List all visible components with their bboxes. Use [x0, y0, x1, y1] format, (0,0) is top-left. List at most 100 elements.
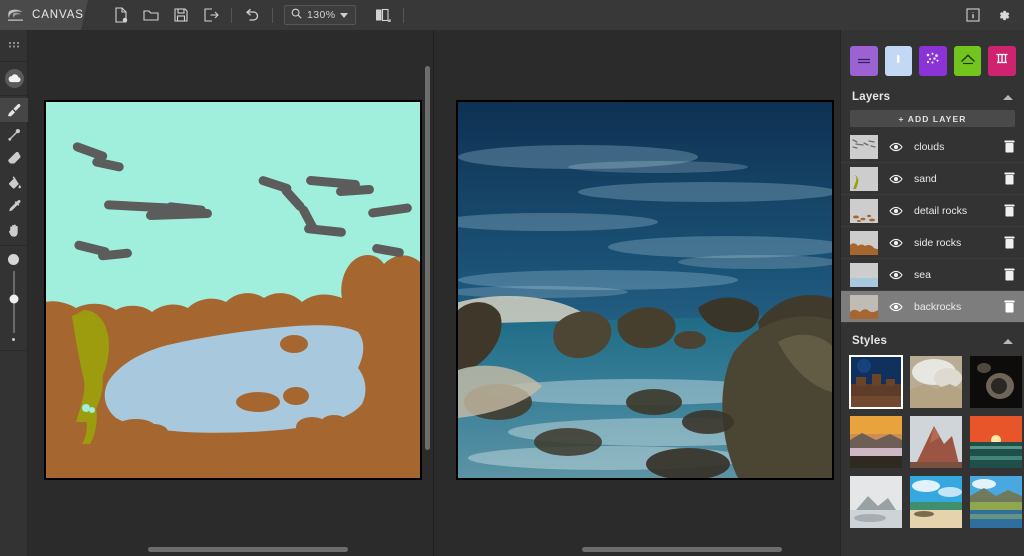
- toolbar-divider: [231, 7, 232, 23]
- canvas-horizontal-scrollbar[interactable]: [148, 547, 348, 552]
- undo-button[interactable]: [237, 0, 267, 30]
- drawing-tools-section: [0, 96, 28, 246]
- chevron-down-icon[interactable]: [340, 12, 349, 18]
- large-dot-icon: [8, 254, 19, 265]
- layer-name: detail rocks: [914, 204, 968, 217]
- render-canvas[interactable]: [456, 100, 834, 480]
- sketch-pane[interactable]: [28, 30, 434, 556]
- style-tropical-beach[interactable]: [910, 476, 962, 528]
- fill-tool[interactable]: [0, 170, 28, 194]
- file-actions-group: [106, 0, 278, 30]
- layer-name: sea: [914, 268, 931, 281]
- sky-icon: [893, 52, 903, 70]
- waves-icon: [857, 52, 871, 70]
- grid-toggle-button[interactable]: [0, 34, 28, 58]
- style-desert-night[interactable]: [849, 355, 903, 409]
- layer-row-side-rocks[interactable]: side rocks: [841, 227, 1024, 259]
- eraser-tool[interactable]: [0, 146, 28, 170]
- nvidia-canvas-window: CANVAS 130% Layers + ADD LAYER clouds sa…: [0, 0, 1024, 556]
- toolbar-divider-3: [403, 7, 405, 23]
- material-swatch-row: [841, 30, 1024, 88]
- canvas-horizontal-scrollbar-2[interactable]: [582, 547, 782, 552]
- segmentation-canvas[interactable]: [44, 100, 422, 480]
- layer-thumbnail: [850, 198, 878, 223]
- material-mountain[interactable]: [953, 46, 982, 76]
- pan-tool[interactable]: [0, 218, 28, 242]
- eye-visible-icon[interactable]: [886, 206, 906, 216]
- info-button[interactable]: [958, 0, 988, 30]
- toolbar-right-group: [958, 0, 1024, 30]
- eyedropper-tool[interactable]: [0, 194, 28, 218]
- material-section: [0, 62, 27, 96]
- settings-button[interactable]: [988, 0, 1018, 30]
- export-button[interactable]: [196, 0, 226, 30]
- styles-section-header: Styles: [841, 323, 1024, 354]
- style-misty-gray[interactable]: [850, 476, 902, 528]
- grid-toggle-section: [0, 30, 27, 62]
- trash-icon[interactable]: [1002, 140, 1016, 153]
- rendered-seascape: [458, 102, 832, 478]
- layer-row-sand[interactable]: sand: [841, 163, 1024, 195]
- layers-title: Layers: [852, 91, 891, 103]
- layer-thumbnail: [850, 166, 878, 191]
- material-rock[interactable]: [988, 46, 1016, 76]
- chevron-up-icon-styles[interactable]: [1003, 338, 1013, 344]
- style-dark-cave[interactable]: [970, 356, 1022, 408]
- trash-icon[interactable]: [1002, 204, 1016, 217]
- pen-tool[interactable]: [0, 122, 28, 146]
- style-white-cliffs[interactable]: [910, 356, 962, 408]
- material-sky[interactable]: [884, 46, 913, 76]
- material-water[interactable]: [850, 46, 878, 76]
- brush-tool[interactable]: [0, 98, 28, 122]
- zoom-control[interactable]: 130%: [284, 5, 357, 25]
- material-swatch-button[interactable]: [0, 64, 28, 92]
- layer-row-sea[interactable]: sea: [841, 259, 1024, 291]
- layer-thumbnail: [850, 294, 878, 319]
- layer-row-backrocks[interactable]: backrocks: [841, 291, 1024, 323]
- eye-visible-icon[interactable]: [886, 174, 906, 184]
- eye-visible-icon[interactable]: [886, 302, 906, 312]
- new-file-button[interactable]: [106, 0, 136, 30]
- slider-track[interactable]: [9, 271, 18, 333]
- chevron-up-icon[interactable]: [1003, 94, 1013, 100]
- layers-section-header: Layers: [841, 88, 1024, 110]
- left-tool-rail: [0, 30, 28, 556]
- style-golden-fog[interactable]: [850, 416, 902, 468]
- trash-icon[interactable]: [1002, 236, 1016, 249]
- brush-size-slider[interactable]: [0, 246, 27, 351]
- add-layer-button[interactable]: + ADD LAYER: [850, 110, 1015, 127]
- toolbar-divider-2: [272, 7, 273, 23]
- save-file-button[interactable]: [166, 0, 196, 30]
- split-view-button[interactable]: [368, 0, 398, 30]
- zoom-level-value: 130%: [307, 9, 336, 21]
- eye-visible-icon[interactable]: [886, 238, 906, 248]
- sparkle-icon: [925, 52, 940, 70]
- canvas-vertical-scrollbar[interactable]: [425, 66, 430, 450]
- eye-visible-icon[interactable]: [886, 142, 906, 152]
- top-toolbar: CANVAS 130%: [0, 0, 1024, 30]
- layer-name: side rocks: [914, 236, 962, 249]
- styles-grid: [841, 354, 1024, 528]
- render-pane[interactable]: [434, 30, 839, 556]
- style-green-valley[interactable]: [970, 476, 1022, 528]
- nvidia-logo-icon: [7, 7, 25, 23]
- style-ocean-sunset[interactable]: [970, 416, 1022, 468]
- layer-row-detail-rocks[interactable]: detail rocks: [841, 195, 1024, 227]
- trash-icon[interactable]: [1002, 172, 1016, 185]
- slider-handle[interactable]: [9, 294, 18, 304]
- trash-icon[interactable]: [1002, 268, 1016, 281]
- styles-title: Styles: [852, 335, 888, 347]
- material-clouds[interactable]: [919, 46, 947, 76]
- rock-icon: [995, 52, 1009, 70]
- style-red-peaks[interactable]: [910, 416, 962, 468]
- trash-icon[interactable]: [1002, 300, 1016, 313]
- layer-name: backrocks: [914, 300, 962, 313]
- canvas-work-area: [28, 30, 840, 556]
- layer-thumbnail: [850, 230, 878, 255]
- eye-visible-icon[interactable]: [886, 270, 906, 280]
- small-dot-icon: [12, 338, 15, 341]
- layer-row-clouds[interactable]: clouds: [841, 131, 1024, 163]
- app-title: CANVAS: [32, 9, 84, 21]
- open-file-button[interactable]: [136, 0, 166, 30]
- layer-thumbnail: [850, 262, 878, 287]
